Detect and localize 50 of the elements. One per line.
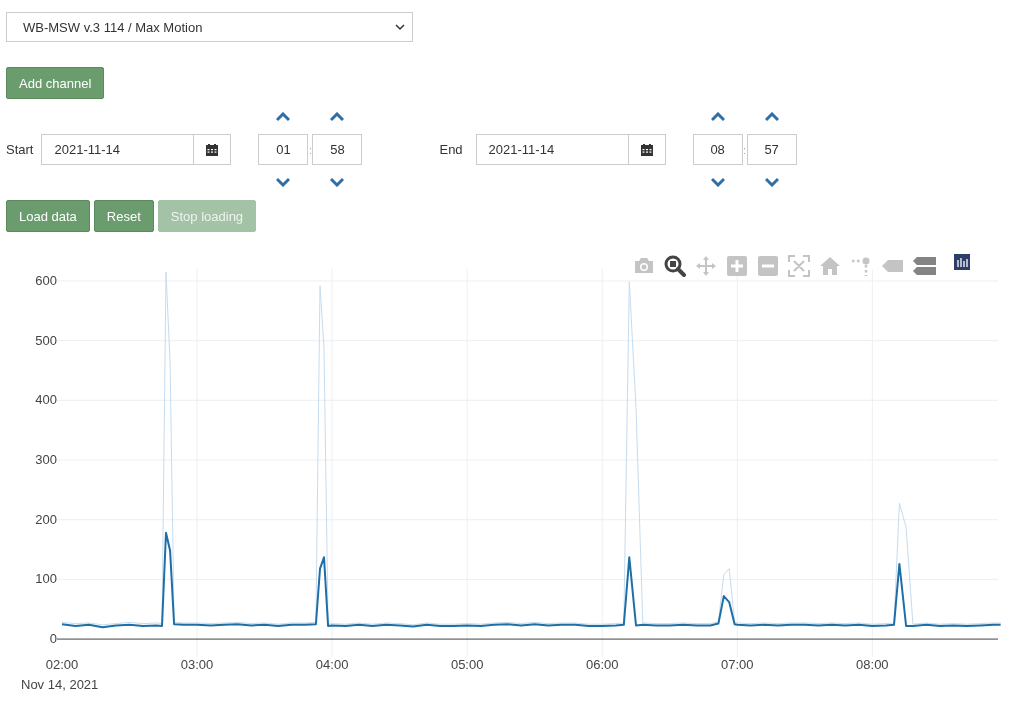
toolbar-button[interactable] [954,254,970,270]
range-label: End [439,142,463,157]
date-field[interactable]: 2021-11-14 [475,134,628,165]
autoscale-icon [788,255,810,277]
y-tick-label: 400 [35,392,57,408]
caret-icon [395,23,405,31]
chevron-up-icon [330,112,345,122]
x-tick-label: 08:00 [856,657,889,672]
y-tick-label: 600 [35,272,57,288]
hour-field[interactable]: 08 [692,134,743,165]
x-date-label: Nov 14, 2021 [21,677,99,692]
y-tick-label: 200 [35,511,57,527]
bar-chart-logo-icon [954,254,970,270]
chevron-down-icon [764,177,779,187]
chevron-up-icon [710,112,725,122]
time-separator: : [742,143,747,156]
calendar-icon [206,143,219,156]
home-icon [819,255,841,277]
range-label: Start [6,142,34,157]
chevron-down-icon [710,177,725,187]
zoom-icon [664,255,686,277]
y-tick-label: 100 [35,571,57,587]
y-tick-label: 300 [35,452,57,467]
x-tick-label: 07:00 [721,657,754,672]
chevron-up-icon [764,112,779,122]
date-field[interactable]: 2021-11-14 [41,134,194,165]
calendar-button[interactable] [193,134,232,165]
chevron-up-icon [276,112,291,122]
x-tick-label: 04:00 [315,657,349,672]
move-arrows-icon [695,255,717,277]
calendar-icon [640,143,653,156]
calendar-button[interactable] [627,134,666,165]
y-tick-label: 0 [49,631,57,647]
chevron-down-icon [276,177,291,187]
spike-lines-icon [850,255,872,277]
minute-field[interactable]: 57 [746,134,797,165]
zoom-in-icon [726,255,748,277]
x-tick-label: 02:00 [45,657,79,672]
x-tick-label: 03:00 [180,657,214,672]
zoom-out-icon [757,255,779,277]
toolbar-button[interactable] [664,255,686,277]
x-tick-label: 05:00 [450,657,484,672]
y-tick-label: 500 [35,332,57,348]
hour-field[interactable]: 01 [258,134,309,165]
chevron-down-icon [330,177,345,187]
minute-field[interactable]: 58 [312,134,363,165]
time-separator: : [308,143,313,156]
double-tag-icon [912,255,937,277]
x-tick-label: 06:00 [585,657,619,672]
channel-select[interactable]: WB-MSW v.3 114 / Max Motion [6,12,413,42]
